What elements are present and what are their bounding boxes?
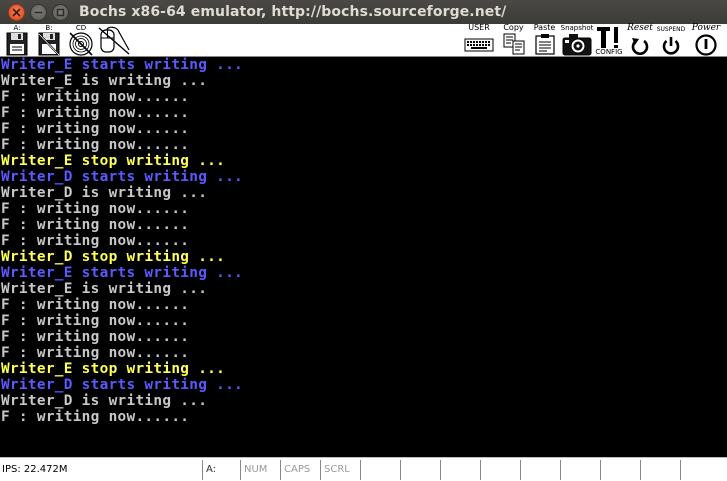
cdrom-disc-icon <box>69 32 93 56</box>
console-line: Writer_E is writing ... <box>1 281 208 297</box>
floppy-disk-icon <box>6 32 28 56</box>
console-line: F : writing now...... <box>1 297 190 313</box>
suspend-power-icon <box>662 37 680 55</box>
copy-label: Copy <box>503 23 524 32</box>
status-slot <box>640 460 680 480</box>
status-slot <box>520 460 560 480</box>
num-lock-indicator: NUM <box>240 460 280 480</box>
console-line: F : writing now...... <box>1 89 190 105</box>
status-bar: IPS: 22.472M A: NUM CAPS SCRL <box>0 457 727 481</box>
window-title: Bochs x86-64 emulator, http://bochs.sour… <box>79 4 507 20</box>
status-slot <box>560 460 600 480</box>
snapshot-button[interactable]: Snapshot <box>559 24 595 57</box>
suspend-button[interactable]: SUSPEND <box>653 24 689 57</box>
drive-indicator: A: <box>202 460 240 480</box>
console-line: Writer_D starts writing ... <box>1 377 244 393</box>
floppy-b-button[interactable]: B: <box>36 24 62 57</box>
maximize-window-button[interactable] <box>52 3 69 21</box>
user-label: USER <box>468 23 490 32</box>
copy-button[interactable]: Copy <box>500 24 527 57</box>
paste-button[interactable]: Paste <box>531 24 558 57</box>
ips-readout: IPS: 22.472M <box>2 464 68 475</box>
suspend-label: SUSPEND <box>656 26 686 33</box>
caps-lock-indicator: CAPS <box>280 460 320 480</box>
minimize-window-button[interactable] <box>30 3 47 21</box>
minimize-icon <box>34 11 43 13</box>
floppy-b-label: B: <box>45 24 53 32</box>
console-line: F : writing now...... <box>1 313 190 329</box>
paste-label: Paste <box>533 23 556 32</box>
console-line: F : writing now...... <box>1 217 190 233</box>
status-slot <box>680 460 727 480</box>
reset-arrow-icon <box>631 38 649 55</box>
status-slot <box>400 460 440 480</box>
console-line: F : writing now...... <box>1 121 190 137</box>
config-button[interactable]: CONFIG <box>594 24 624 57</box>
mouse-icon <box>98 26 130 55</box>
console-line: Writer_E starts writing ... <box>1 57 244 73</box>
console-line: F : writing now...... <box>1 137 190 153</box>
clipboard-icon <box>534 34 555 55</box>
copy-icon <box>503 33 524 55</box>
console-line: F : writing now...... <box>1 105 190 121</box>
console-line: Writer_D stop writing ... <box>1 249 226 265</box>
console-line: Writer_D is writing ... <box>1 393 208 409</box>
mouse-capture-button[interactable] <box>97 24 131 57</box>
title-bar: Bochs x86-64 emulator, http://bochs.sour… <box>0 0 727 24</box>
bochs-window: Bochs x86-64 emulator, http://bochs.sour… <box>0 0 727 481</box>
user-button[interactable]: USER <box>463 24 495 57</box>
status-slot <box>600 460 640 480</box>
floppy-a-button[interactable]: A: <box>4 24 30 57</box>
emulator-console-screen[interactable]: Writer_E starts writing ... Writer_E is w… <box>0 57 727 457</box>
close-icon <box>12 8 21 16</box>
console-line: Writer_E stop writing ... <box>1 361 226 377</box>
reset-button[interactable]: Reset <box>626 24 654 57</box>
console-line: Writer_D starts writing ... <box>1 169 244 185</box>
status-slot <box>480 460 520 480</box>
config-tool-icon <box>597 27 618 48</box>
cdrom-button[interactable]: CD <box>67 24 95 57</box>
console-line: F : writing now...... <box>1 345 190 361</box>
status-slot <box>440 460 480 480</box>
close-window-button[interactable] <box>8 3 25 21</box>
camera-icon <box>562 34 592 56</box>
scroll-lock-indicator: SCRL <box>320 460 360 480</box>
console-line: F : writing now...... <box>1 201 190 217</box>
console-line: Writer_E starts writing ... <box>1 265 244 281</box>
config-label: CONFIG <box>595 48 623 56</box>
power-icon <box>695 34 717 56</box>
floppy-disk-disabled-icon <box>38 32 60 56</box>
bochs-toolbar: A: B: CD USER Copy Paste Snapshot CONFIG… <box>0 24 727 57</box>
console-line: F : writing now...... <box>1 329 190 345</box>
floppy-a-label: A: <box>13 24 21 32</box>
console-line: Writer_D is writing ... <box>1 185 208 201</box>
console-line: F : writing now...... <box>1 409 190 425</box>
reset-label: Reset <box>627 23 653 33</box>
power-button[interactable]: Power <box>688 24 724 57</box>
console-line: Writer_E stop writing ... <box>1 153 226 169</box>
console-line: Writer_E is writing ... <box>1 73 208 89</box>
status-slot <box>360 460 400 480</box>
snapshot-label: Snapshot <box>560 24 594 32</box>
console-line: F : writing now...... <box>1 233 190 249</box>
power-label: Power <box>691 23 721 33</box>
maximize-icon <box>56 8 65 16</box>
keyboard-icon <box>464 38 494 52</box>
